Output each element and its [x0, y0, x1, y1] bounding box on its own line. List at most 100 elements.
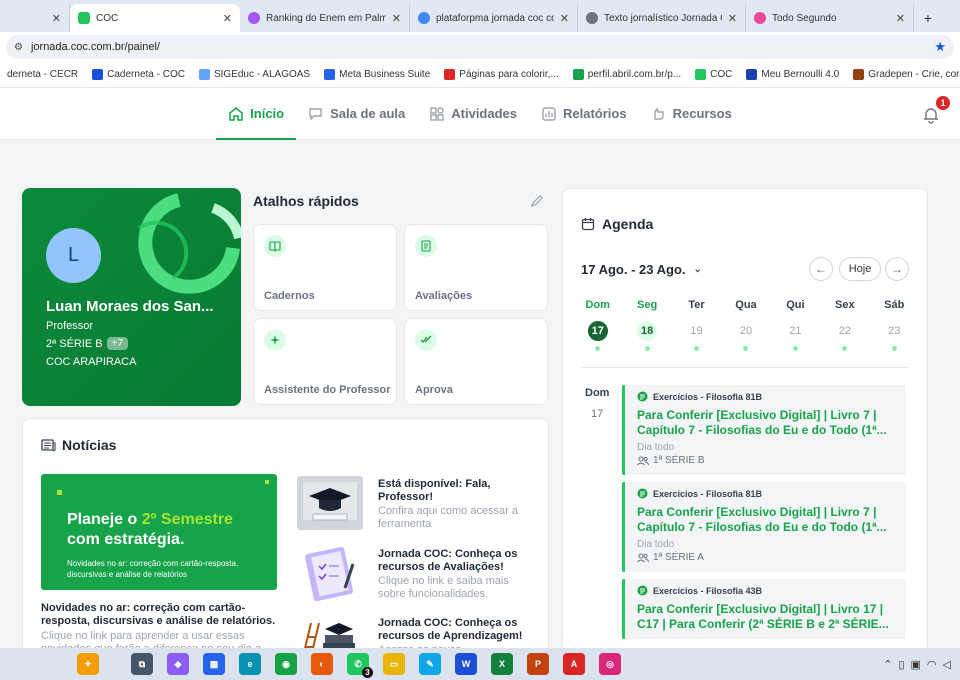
bookmark-item[interactable]: derneta - CECR [0, 69, 85, 80]
url-field[interactable]: ⚙ jornada.coc.com.br/painel/ ★ [6, 35, 954, 59]
hand-icon [653, 106, 664, 120]
day-cell[interactable]: Dom 17 [573, 299, 622, 351]
nav-sala-de-aula[interactable]: Sala de aula [296, 88, 417, 140]
chrome-icon[interactable]: ◉ [275, 653, 297, 675]
agenda-event[interactable]: Exercícios - Filosofia 81B Para Conferir… [622, 385, 906, 475]
next-week-button[interactable]: → [885, 257, 909, 281]
bookmark-label: COC [710, 69, 733, 80]
tray-display-icon[interactable]: ▣ [911, 658, 921, 671]
banner-headline-highlight: 2º Semestre [141, 511, 233, 528]
favicon-icon [248, 12, 260, 24]
day-cell[interactable]: Ter 19 [672, 299, 721, 351]
firefox-icon[interactable]: ◐ [311, 653, 333, 675]
chevron-down-icon: ⌄ [693, 264, 702, 275]
acrobat-icon[interactable]: A [563, 653, 585, 675]
news-main-title[interactable]: Novidades no ar: correção com cartão-res… [41, 602, 281, 628]
nav-recursos[interactable]: Recursos [639, 88, 744, 140]
previous-week-button[interactable]: ← [809, 257, 833, 281]
bookmark-item[interactable]: Páginas para colorir,... [437, 69, 566, 80]
word-icon[interactable]: W [455, 653, 477, 675]
nav-label: Recursos [672, 106, 732, 121]
avatar: L [46, 228, 101, 283]
bookmark-item[interactable]: Gradepen - Crie, cor... [846, 69, 960, 80]
close-icon[interactable]: ✕ [223, 12, 232, 25]
excel-icon[interactable]: X [491, 653, 513, 675]
browser-tab-active[interactable]: COC ✕ [70, 4, 240, 32]
browser-tab[interactable]: ✕ [0, 4, 70, 32]
event-dot [842, 346, 848, 351]
day-name: Dom [585, 299, 610, 311]
whatsapp-icon[interactable]: ✆ 3 [347, 653, 373, 678]
bookmark-item[interactable]: perfil.abril.com.br/p... [566, 69, 688, 80]
wifi-icon[interactable]: ◠ [927, 658, 937, 671]
bookmark-item[interactable]: Meu Bernoulli 4.0 [739, 69, 846, 80]
browser-tab[interactable]: Todo Segundo ✕ [746, 4, 914, 32]
nav-relatorios[interactable]: Relatórios [529, 88, 639, 140]
news-item[interactable]: Jornada COC: Conheça os recursos de Aval… [295, 544, 540, 606]
chevron-up-icon[interactable]: ⌃ [883, 658, 892, 671]
today-button[interactable]: Hoje [839, 257, 881, 281]
whatsapp-badge: 3 [362, 667, 373, 678]
profile-name: Luan Moraes dos San... [46, 298, 214, 315]
close-icon[interactable]: ✕ [728, 12, 737, 25]
day-cell[interactable]: Sáb 23 [870, 299, 919, 351]
notes-icon[interactable]: ✎ [419, 653, 441, 675]
copilot-icon[interactable]: ✦ [77, 653, 99, 675]
close-icon[interactable]: ✕ [560, 12, 569, 25]
bookmark-label: derneta - CECR [7, 69, 79, 80]
volume-icon[interactable]: ◁ [943, 658, 951, 671]
news-banner[interactable]: Planeje o 2º Semestre com estratégia. No… [41, 474, 277, 590]
agenda-event[interactable]: Exercícios - Filosofia 81B Para Conferir… [622, 482, 906, 572]
instagram-icon[interactable]: ◎ [599, 653, 621, 675]
bookmark-item[interactable]: Meta Business Suite [317, 69, 437, 80]
copilot-app-icon[interactable]: ◆ [167, 653, 189, 675]
edge-icon[interactable]: e [239, 653, 261, 675]
browser-tab[interactable]: plataforpma jornada coc com ✕ [410, 4, 578, 32]
coc-favicon-icon [695, 69, 707, 80]
news-item[interactable]: Está disponível: Fala, Professor! Confir… [295, 474, 540, 536]
bookmark-item[interactable]: COC [688, 69, 739, 80]
edit-pencil-icon[interactable] [530, 194, 544, 208]
shortcut-avaliacoes[interactable]: Avaliações [404, 224, 548, 311]
day-cell[interactable]: Qua 20 [721, 299, 770, 351]
shortcut-aprova[interactable]: Aprova [404, 318, 548, 405]
browser-tab[interactable]: Ranking do Enem em Palmei ✕ [240, 4, 410, 32]
agenda-event[interactable]: Exercícios - Filosofia 43B Para Conferir… [622, 579, 906, 639]
browser-tab[interactable]: Texto jornalístico Jornada CO ✕ [578, 4, 746, 32]
day-cell[interactable]: Qui 21 [771, 299, 820, 351]
tray-app-icon[interactable]: ▯ [898, 658, 904, 671]
day-cell[interactable]: Seg 18 [622, 299, 671, 351]
day-cell[interactable]: Sex 22 [820, 299, 869, 351]
bookmark-icon [572, 69, 584, 80]
event-category: Exercícios - Filosofia 43B [637, 585, 894, 596]
nav-atividades[interactable]: Atividades [417, 88, 529, 140]
coc-logo-decoration [137, 193, 241, 294]
date-range-selector[interactable]: 17 Ago. - 23 Ago. ⌄ [581, 262, 702, 277]
shortcut-cadernos[interactable]: Cadernos [253, 224, 397, 311]
event-dot [743, 346, 749, 351]
bookmark-star-icon[interactable]: ★ [934, 39, 946, 55]
bookmark-icon [92, 69, 104, 80]
news-title-text: Notícias [62, 437, 117, 453]
store-icon[interactable]: ▦ [203, 653, 225, 675]
close-icon[interactable]: ✕ [392, 12, 401, 25]
bookmark-item[interactable]: Caderneta - COC [85, 69, 192, 80]
bell-icon[interactable] [922, 106, 940, 124]
bookmark-item[interactable]: SIGEduc - ALAGOAS [192, 69, 317, 80]
users-icon [637, 456, 649, 465]
taskview-icon[interactable]: ⧉ [131, 653, 153, 675]
list-day-name: Dom [585, 387, 610, 399]
powerpoint-icon[interactable]: P [527, 653, 549, 675]
week-strip: Dom 17 Seg 18 Ter 19 Qua 20 Qui 21 Sex 22 Sáb 2… [573, 299, 919, 351]
shortcut-label: Aprova [415, 384, 453, 396]
nav-label: Sala de aula [330, 106, 406, 121]
explorer-icon[interactable]: ▭ [383, 653, 405, 675]
site-settings-icon[interactable]: ⚙ [14, 42, 23, 53]
shortcut-assistente[interactable]: Assistente do Professor [253, 318, 397, 405]
more-classes-badge[interactable]: +7 [106, 337, 129, 350]
nav-inicio[interactable]: Início [216, 88, 297, 140]
close-icon[interactable]: ✕ [52, 12, 61, 25]
close-icon[interactable]: ✕ [896, 12, 905, 25]
new-tab-button[interactable]: + [914, 4, 942, 32]
news-item-subtitle: Clique no link e saiba mais sobre funcio… [378, 575, 509, 600]
